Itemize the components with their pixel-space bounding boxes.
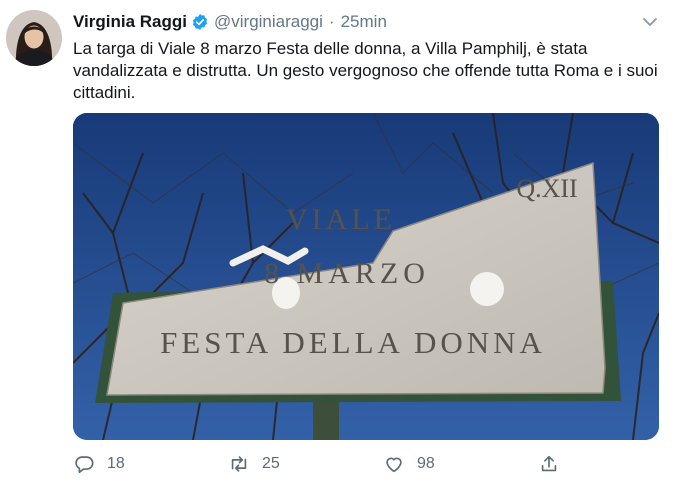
tweet-card[interactable]: Virginia Raggi @virginiaraggi · 25min La… — [0, 0, 700, 480]
tweet-text: La targa di Viale 8 marzo Festa delle do… — [73, 39, 658, 102]
tweet-photo[interactable]: Q.XII VIALE 8 MARZO FESTA DELLA DONNA — [73, 113, 659, 440]
like-count: 98 — [417, 455, 435, 472]
heart-icon — [386, 457, 402, 473]
verified-badge-icon — [192, 14, 208, 30]
share-button[interactable] — [538, 452, 572, 476]
reply-icon — [75, 456, 94, 474]
retweet-count: 25 — [262, 455, 280, 472]
retweet-icon — [231, 456, 247, 472]
like-button[interactable]: 98 — [383, 452, 435, 476]
share-icon — [541, 455, 557, 472]
header-separator: · — [328, 12, 335, 31]
plaque-date: 8 MARZO — [264, 257, 430, 290]
reply-button[interactable]: 18 — [73, 452, 125, 476]
author-handle[interactable]: @virginiaraggi — [214, 12, 323, 32]
plaque-district: Q.XII — [516, 174, 577, 203]
plaque-viale: VIALE — [286, 203, 396, 236]
author-name[interactable]: Virginia Raggi — [73, 12, 187, 32]
tweet-header: Virginia Raggi @virginiaraggi · 25min — [73, 11, 387, 33]
retweet-button[interactable]: 25 — [228, 452, 280, 476]
tweet-timestamp[interactable]: 25min — [341, 12, 387, 32]
plaque-title: FESTA DELLA DONNA — [160, 325, 546, 360]
avatar-photo — [6, 10, 62, 66]
avatar[interactable] — [6, 10, 62, 66]
chevron-down-icon[interactable] — [640, 12, 660, 32]
reply-count: 18 — [107, 455, 125, 472]
tweet-actions: 18 25 98 — [0, 446, 700, 482]
street-sign-photo: Q.XII VIALE 8 MARZO FESTA DELLA DONNA — [73, 113, 659, 440]
